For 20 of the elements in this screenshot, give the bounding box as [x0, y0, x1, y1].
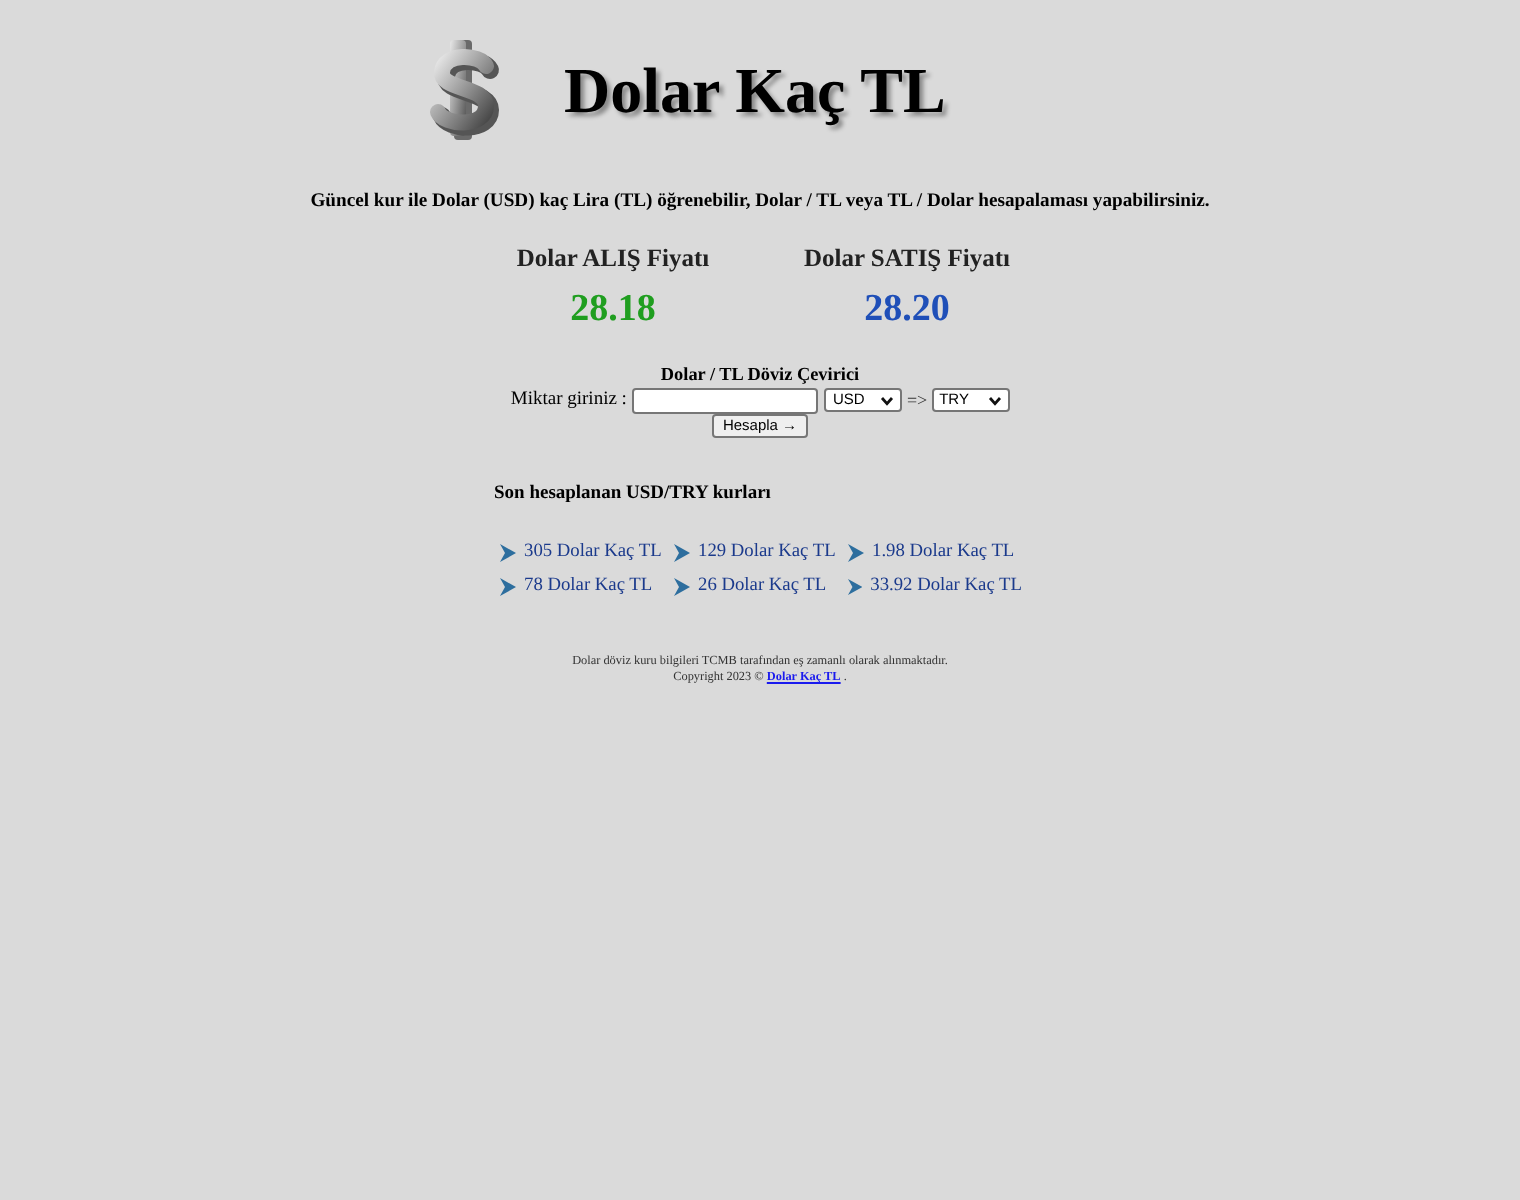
recent-rate-link[interactable]: 129 Dolar Kaç TL [698, 540, 836, 564]
rate-value: 28.18 [570, 288, 656, 332]
recent-rate-link[interactable]: 78 Dolar Kaç TL [524, 574, 653, 598]
recent-rate-link[interactable]: 305 Dolar Kaç TL [524, 540, 662, 564]
recent-rate-link[interactable]: 1.98 Dolar Kaç TL [872, 540, 1015, 564]
intro-text: Güncel kur ile Dolar (USD) kaç Lira (TL) öğrenebilir, Dolar / TL veya TL / Dolar hesapalaması yapabilirsiniz. [308, 190, 1212, 214]
recent-rate-link[interactable]: 33.92 Dolar Kaç TL [870, 574, 1022, 598]
converter-title: Dolar / TL Döviz Çevirici [660, 362, 860, 386]
site-title: Dolar Kaç TL [564, 54, 946, 126]
chevron-icon [880, 395, 895, 405]
chevron-icon [987, 395, 1002, 405]
rate-label: Dolar SATIŞ Fiyatı [803, 242, 1011, 274]
recent-title: Son hesaplanan USD/TRY kurları [494, 482, 773, 506]
amount-label: Miktar giriniz : [510, 388, 627, 412]
recent-rate-link[interactable]: 26 Dolar Kaç TL [698, 574, 827, 598]
rate-value: 28.20 [864, 288, 950, 332]
amount-field[interactable] [632, 387, 819, 413]
rate-label: Dolar ALIŞ Fiyatı [516, 242, 710, 274]
arrow-separator: => [906, 388, 928, 412]
dollar-sign-icon [424, 38, 504, 142]
